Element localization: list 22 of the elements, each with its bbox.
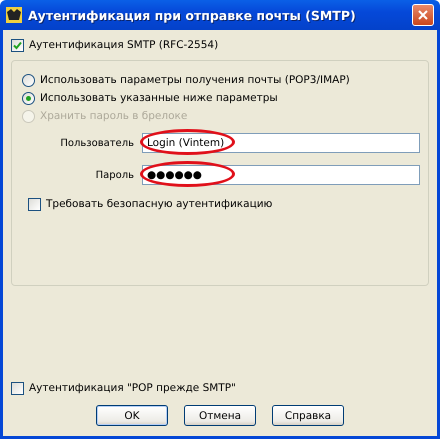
input-field[interactable]: ●●●●●● [142,165,420,185]
checkbox[interactable] [11,38,24,52]
window-title: Аутентификация при отправке почты (SMTP) [28,8,356,22]
radio-button[interactable] [22,74,35,86]
field-label: Пользователь [59,138,135,148]
checkbox[interactable] [11,382,24,394]
checkbox-label: Требовать безопасную аутентификацию [46,198,272,210]
radio-label: Использовать параметры получения почты (POP3/IMAP) [40,74,350,86]
checkbox[interactable] [28,198,41,210]
checkbox-label: Аутентификация "POP прежде SMTP" [29,382,236,394]
close-button[interactable] [412,4,434,26]
input-field[interactable]: Login (Vintem) [142,133,420,153]
app-icon [6,7,22,23]
radio-label: Хранить пароль в брелоке [40,110,188,122]
field-label: Пароль [94,170,135,180]
checkbox-label: Аутентификация SMTP (RFC-2554) [29,39,218,51]
close-icon [417,9,429,21]
dialog-button[interactable]: Справка [272,405,344,426]
dialog-button[interactable]: Отмена [184,405,256,426]
radio-label: Использовать указанные ниже параметры [40,92,278,104]
dialog-button[interactable]: OK [96,405,168,426]
radio-button[interactable] [22,92,35,104]
